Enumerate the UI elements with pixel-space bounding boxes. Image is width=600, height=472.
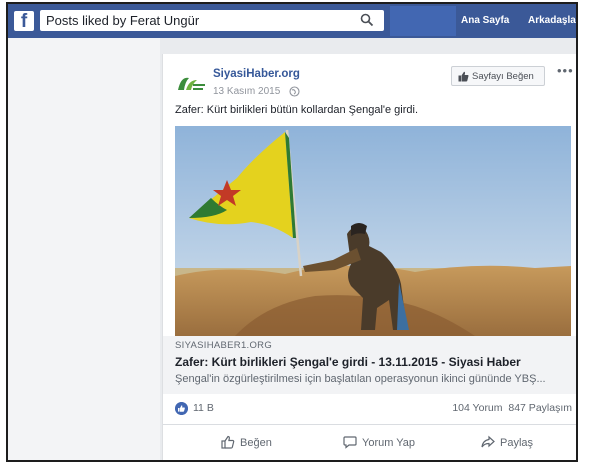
- like-page-label: Sayfayı Beğen: [472, 71, 534, 82]
- top-navigation-bar: f Posts liked by Ferat Ungür Ana Sayfa A…: [8, 4, 576, 38]
- search-query: Posts liked by Ferat Ungür: [46, 13, 200, 28]
- thumbs-up-icon: [458, 71, 469, 82]
- like-page-button[interactable]: Sayfayı Beğen: [451, 66, 545, 86]
- share-button-label: Paylaş: [500, 437, 534, 449]
- nav-friends-link[interactable]: Arkadaşla: [528, 15, 576, 26]
- post-date[interactable]: 13 Kasım 2015: [213, 86, 280, 97]
- page-avatar[interactable]: [175, 72, 207, 94]
- share-icon: [481, 435, 495, 448]
- globe-icon: [289, 86, 300, 97]
- reaction-stats: 11 B 104 Yorum 847 Paylaşım: [163, 394, 576, 422]
- comments-shares-counts[interactable]: 104 Yorum 847 Paylaşım: [452, 402, 572, 414]
- facebook-logo-icon[interactable]: f: [14, 11, 34, 32]
- page-name-link[interactable]: SiyasiHaber.org: [213, 68, 300, 80]
- left-column: [8, 38, 160, 460]
- post-text: Zafer: Kürt birlikleri bütün kollardan Ş…: [175, 104, 418, 116]
- search-icon[interactable]: [360, 13, 374, 27]
- link-title[interactable]: Zafer: Kürt birlikleri Şengal'e girdi - …: [175, 355, 521, 369]
- comment-button[interactable]: Yorum Yap: [343, 435, 415, 449]
- nav-home-link[interactable]: Ana Sayfa: [461, 15, 509, 26]
- post-card: SiyasiHaber.org 13 Kasım 2015 Sayfayı Be…: [162, 54, 576, 460]
- link-description: Şengal'in özgürleştirilmesi için başlatı…: [175, 373, 546, 385]
- reactions-count[interactable]: 11 B: [193, 402, 214, 414]
- comment-button-label: Yorum Yap: [362, 437, 416, 449]
- post-photo[interactable]: [175, 126, 571, 336]
- comment-icon: [343, 436, 357, 449]
- like-button[interactable]: Beğen: [221, 435, 272, 449]
- like-button-label: Beğen: [240, 437, 272, 449]
- post-actions-bar: Beğen Yorum Yap Paylaş: [163, 424, 576, 459]
- browser-frame: f Posts liked by Ferat Ungür Ana Sayfa A…: [6, 2, 578, 462]
- share-button[interactable]: Paylaş: [481, 435, 533, 449]
- link-preview[interactable]: SIYASIHABER1.ORG Zafer: Kürt birlikleri …: [163, 336, 576, 394]
- like-reaction-icon[interactable]: [175, 402, 188, 415]
- more-options-icon[interactable]: •••: [557, 63, 574, 78]
- nav-highlight: [390, 6, 456, 36]
- link-domain: SIYASIHABER1.ORG: [175, 340, 273, 351]
- search-input[interactable]: Posts liked by Ferat Ungür: [40, 10, 384, 31]
- shares-count[interactable]: 847 Paylaşım: [508, 402, 572, 414]
- comments-count[interactable]: 104 Yorum: [452, 402, 502, 414]
- thumbs-up-icon: [221, 435, 235, 449]
